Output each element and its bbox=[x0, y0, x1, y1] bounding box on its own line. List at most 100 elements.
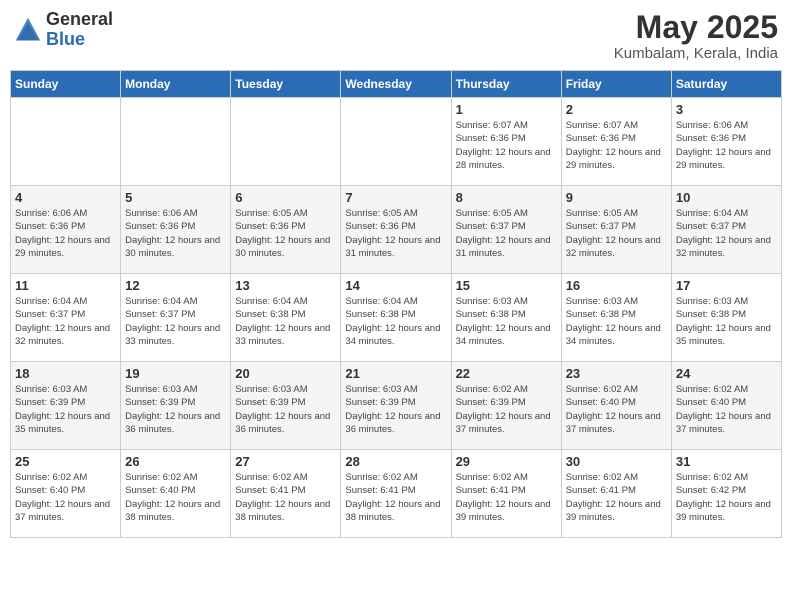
calendar-cell: 1 Sunrise: 6:07 AMSunset: 6:36 PMDaylight… bbox=[451, 98, 561, 186]
day-number: 20 bbox=[235, 366, 336, 381]
day-header-sunday: Sunday bbox=[11, 71, 121, 98]
day-info: Sunrise: 6:02 AMSunset: 6:41 PMDaylight:… bbox=[456, 471, 557, 524]
day-info: Sunrise: 6:03 AMSunset: 6:38 PMDaylight:… bbox=[676, 295, 777, 348]
calendar-week-3: 11 Sunrise: 6:04 AMSunset: 6:37 PMDayligh… bbox=[11, 274, 782, 362]
title-block: May 2025 Kumbalam, Kerala, India bbox=[614, 10, 778, 62]
day-number: 24 bbox=[676, 366, 777, 381]
calendar-cell: 23 Sunrise: 6:02 AMSunset: 6:40 PMDayligh… bbox=[561, 362, 671, 450]
location: Kumbalam, Kerala, India bbox=[614, 45, 778, 62]
day-info: Sunrise: 6:03 AMSunset: 6:39 PMDaylight:… bbox=[15, 383, 116, 436]
calendar-cell: 22Sunrise: 6:02 AMSunset: 6:39 PMDayligh… bbox=[451, 362, 561, 450]
day-header-saturday: Saturday bbox=[671, 71, 781, 98]
day-info: Sunrise: 6:03 AMSunset: 6:38 PMDaylight:… bbox=[456, 295, 557, 348]
day-info: Sunrise: 6:06 AMSunset: 6:36 PMDaylight:… bbox=[15, 207, 116, 260]
day-number: 3 bbox=[676, 102, 777, 117]
day-number: 25 bbox=[15, 454, 116, 469]
calendar-cell: 13 Sunrise: 6:04 AMSunset: 6:38 PMDayligh… bbox=[231, 274, 341, 362]
calendar-cell: 18 Sunrise: 6:03 AMSunset: 6:39 PMDayligh… bbox=[11, 362, 121, 450]
logo-blue: Blue bbox=[46, 29, 85, 49]
calendar-cell: 19 Sunrise: 6:03 AMSunset: 6:39 PMDayligh… bbox=[121, 362, 231, 450]
day-number: 5 bbox=[125, 190, 226, 205]
calendar-cell: 24 Sunrise: 6:02 AMSunset: 6:40 PMDayligh… bbox=[671, 362, 781, 450]
day-info: Sunrise: 6:02 AMSunset: 6:40 PMDaylight:… bbox=[15, 471, 116, 524]
day-number: 2 bbox=[566, 102, 667, 117]
calendar-cell: 25 Sunrise: 6:02 AMSunset: 6:40 PMDayligh… bbox=[11, 450, 121, 538]
day-info: Sunrise: 6:07 AMSunset: 6:36 PMDaylight:… bbox=[566, 119, 667, 172]
day-info: Sunrise: 6:04 AMSunset: 6:37 PMDaylight:… bbox=[125, 295, 226, 348]
day-number: 30 bbox=[566, 454, 667, 469]
calendar-cell: 7 Sunrise: 6:05 AMSunset: 6:36 PMDaylight… bbox=[341, 186, 451, 274]
logo-text: General Blue bbox=[46, 10, 113, 50]
calendar-cell: 28 Sunrise: 6:02 AMSunset: 6:41 PMDayligh… bbox=[341, 450, 451, 538]
day-number: 9 bbox=[566, 190, 667, 205]
days-header-row: SundayMondayTuesdayWednesdayThursdayFrid… bbox=[11, 71, 782, 98]
calendar-cell: 11Sunrise: 6:04 AMSunset: 6:37 PMDayligh… bbox=[11, 274, 121, 362]
day-info: Sunrise: 6:06 AMSunset: 6:36 PMDaylight:… bbox=[125, 207, 226, 260]
calendar-cell: 29 Sunrise: 6:02 AMSunset: 6:41 PMDayligh… bbox=[451, 450, 561, 538]
calendar-cell: 17 Sunrise: 6:03 AMSunset: 6:38 PMDayligh… bbox=[671, 274, 781, 362]
day-number: 1 bbox=[456, 102, 557, 117]
day-header-monday: Monday bbox=[121, 71, 231, 98]
page-header: General Blue May 2025 Kumbalam, Kerala, … bbox=[10, 10, 782, 62]
day-number: 11 bbox=[15, 278, 116, 293]
day-info: Sunrise: 6:02 AMSunset: 6:40 PMDaylight:… bbox=[125, 471, 226, 524]
calendar-cell: 14Sunrise: 6:04 AMSunset: 6:38 PMDayligh… bbox=[341, 274, 451, 362]
day-info: Sunrise: 6:02 AMSunset: 6:40 PMDaylight:… bbox=[676, 383, 777, 436]
logo: General Blue bbox=[14, 10, 113, 50]
day-info: Sunrise: 6:02 AMSunset: 6:41 PMDaylight:… bbox=[235, 471, 336, 524]
calendar-cell: 8 Sunrise: 6:05 AMSunset: 6:37 PMDaylight… bbox=[451, 186, 561, 274]
day-number: 16 bbox=[566, 278, 667, 293]
day-number: 18 bbox=[15, 366, 116, 381]
logo-icon bbox=[14, 16, 42, 44]
day-header-wednesday: Wednesday bbox=[341, 71, 451, 98]
day-info: Sunrise: 6:05 AMSunset: 6:36 PMDaylight:… bbox=[235, 207, 336, 260]
calendar-cell: 16 Sunrise: 6:03 AMSunset: 6:38 PMDayligh… bbox=[561, 274, 671, 362]
day-number: 28 bbox=[345, 454, 446, 469]
day-number: 4 bbox=[15, 190, 116, 205]
day-number: 17 bbox=[676, 278, 777, 293]
calendar-cell: 5 Sunrise: 6:06 AMSunset: 6:36 PMDaylight… bbox=[121, 186, 231, 274]
day-number: 27 bbox=[235, 454, 336, 469]
day-number: 31 bbox=[676, 454, 777, 469]
calendar-cell: 31 Sunrise: 6:02 AMSunset: 6:42 PMDayligh… bbox=[671, 450, 781, 538]
calendar-cell bbox=[121, 98, 231, 186]
calendar-week-5: 25 Sunrise: 6:02 AMSunset: 6:40 PMDayligh… bbox=[11, 450, 782, 538]
day-info: Sunrise: 6:02 AMSunset: 6:41 PMDaylight:… bbox=[345, 471, 446, 524]
calendar-cell: 12 Sunrise: 6:04 AMSunset: 6:37 PMDayligh… bbox=[121, 274, 231, 362]
day-number: 29 bbox=[456, 454, 557, 469]
calendar-cell: 2 Sunrise: 6:07 AMSunset: 6:36 PMDaylight… bbox=[561, 98, 671, 186]
day-number: 12 bbox=[125, 278, 226, 293]
day-info: Sunrise: 6:04 AMSunset: 6:37 PMDaylight:… bbox=[676, 207, 777, 260]
calendar-cell: 10Sunrise: 6:04 AMSunset: 6:37 PMDayligh… bbox=[671, 186, 781, 274]
calendar-body: 1 Sunrise: 6:07 AMSunset: 6:36 PMDaylight… bbox=[11, 98, 782, 538]
day-number: 19 bbox=[125, 366, 226, 381]
calendar-cell: 20 Sunrise: 6:03 AMSunset: 6:39 PMDayligh… bbox=[231, 362, 341, 450]
calendar-cell: 3Sunrise: 6:06 AMSunset: 6:36 PMDaylight… bbox=[671, 98, 781, 186]
day-number: 7 bbox=[345, 190, 446, 205]
calendar-cell: 27 Sunrise: 6:02 AMSunset: 6:41 PMDayligh… bbox=[231, 450, 341, 538]
day-info: Sunrise: 6:05 AMSunset: 6:37 PMDaylight:… bbox=[566, 207, 667, 260]
day-number: 13 bbox=[235, 278, 336, 293]
day-number: 8 bbox=[456, 190, 557, 205]
day-info: Sunrise: 6:03 AMSunset: 6:39 PMDaylight:… bbox=[125, 383, 226, 436]
month-year: May 2025 bbox=[614, 10, 778, 45]
day-info: Sunrise: 6:03 AMSunset: 6:39 PMDaylight:… bbox=[345, 383, 446, 436]
day-info: Sunrise: 6:03 AMSunset: 6:39 PMDaylight:… bbox=[235, 383, 336, 436]
calendar-cell bbox=[231, 98, 341, 186]
day-info: Sunrise: 6:04 AMSunset: 6:38 PMDaylight:… bbox=[235, 295, 336, 348]
calendar-cell: 9 Sunrise: 6:05 AMSunset: 6:37 PMDaylight… bbox=[561, 186, 671, 274]
day-info: Sunrise: 6:02 AMSunset: 6:42 PMDaylight:… bbox=[676, 471, 777, 524]
day-number: 23 bbox=[566, 366, 667, 381]
calendar-week-1: 1 Sunrise: 6:07 AMSunset: 6:36 PMDaylight… bbox=[11, 98, 782, 186]
day-info: Sunrise: 6:02 AMSunset: 6:41 PMDaylight:… bbox=[566, 471, 667, 524]
day-header-friday: Friday bbox=[561, 71, 671, 98]
day-info: Sunrise: 6:05 AMSunset: 6:37 PMDaylight:… bbox=[456, 207, 557, 260]
day-header-thursday: Thursday bbox=[451, 71, 561, 98]
day-info: Sunrise: 6:02 AMSunset: 6:40 PMDaylight:… bbox=[566, 383, 667, 436]
day-info: Sunrise: 6:03 AMSunset: 6:38 PMDaylight:… bbox=[566, 295, 667, 348]
day-info: Sunrise: 6:07 AMSunset: 6:36 PMDaylight:… bbox=[456, 119, 557, 172]
day-info: Sunrise: 6:05 AMSunset: 6:36 PMDaylight:… bbox=[345, 207, 446, 260]
calendar-cell: 15Sunrise: 6:03 AMSunset: 6:38 PMDayligh… bbox=[451, 274, 561, 362]
calendar-cell bbox=[11, 98, 121, 186]
calendar-cell: 6Sunrise: 6:05 AMSunset: 6:36 PMDaylight… bbox=[231, 186, 341, 274]
